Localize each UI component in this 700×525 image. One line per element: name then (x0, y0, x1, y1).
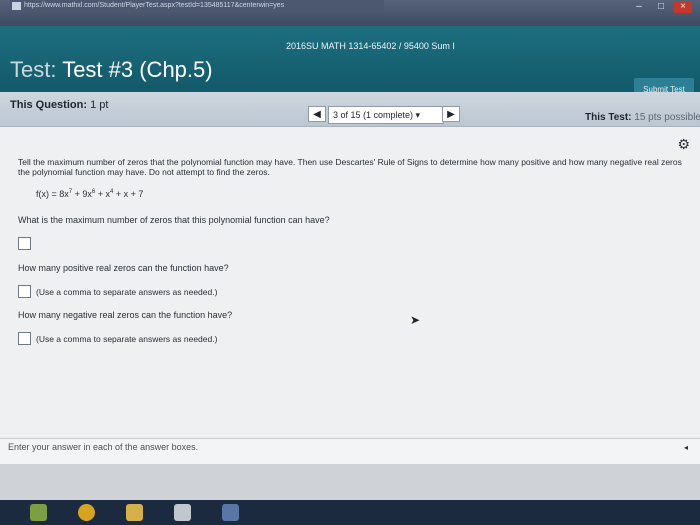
answer-instructions-bar: Enter your answer in each of the answer … (0, 438, 700, 465)
gear-icon[interactable]: ⚙ (677, 136, 690, 153)
function-term-1: f(x) = 8x (36, 189, 69, 199)
minimize-icon[interactable]: – (630, 1, 648, 13)
this-test-value: 15 pts possible (634, 112, 700, 123)
lower-page-area (0, 464, 700, 500)
question-info-bar: This Question: 1 pt ◀ 3 of 15 (1 complet… (0, 92, 700, 127)
question-negative-zeros: How many negative real zeros can the fun… (18, 310, 233, 320)
question-positive-zeros: How many positive real zeros can the fun… (18, 263, 229, 273)
page-icon (12, 2, 21, 10)
next-question-button[interactable]: ▶ (442, 106, 460, 122)
function-term-2: + 9x (72, 189, 92, 199)
this-question-label: This Question: (10, 99, 87, 111)
window-controls: – □ × (630, 1, 692, 13)
file-explorer-icon[interactable] (126, 504, 143, 521)
taskbar (0, 500, 700, 525)
maximize-icon[interactable]: □ (652, 1, 670, 13)
media-app-icon[interactable] (30, 504, 47, 521)
browser-title-bar: https://www.mathxl.com/Student/PlayerTes… (0, 0, 700, 26)
question-max-zeros: What is the maximum number of zeros that… (18, 215, 330, 225)
question-selector[interactable]: 3 of 15 (1 complete) ▾ (328, 106, 444, 124)
collapse-arrow-icon[interactable]: ◂ (684, 443, 688, 452)
this-question-value: 1 pt (90, 99, 109, 111)
test-name: Test #3 (Chp.5) (62, 57, 213, 82)
this-test-points: This Test: 15 pts possible (585, 112, 700, 123)
test-title: Test: Test #3 (Chp.5) (10, 57, 213, 83)
positive-zeros-answer-box[interactable] (18, 285, 31, 298)
negative-zeros-answer-box[interactable] (18, 332, 31, 345)
mouse-cursor-icon: ➤ (410, 313, 421, 327)
app-icon[interactable] (174, 504, 191, 521)
chrome-icon[interactable] (78, 504, 95, 521)
positive-zeros-hint: (Use a comma to separate answers as need… (36, 287, 218, 297)
polynomial-function: f(x) = 8x7 + 9x6 + x4 + x + 7 (36, 189, 143, 199)
test-header: 2016SU MATH 1314-65402 / 95400 Sum I Tes… (0, 26, 700, 100)
question-content: ⚙ Tell the maximum number of zeros that … (0, 127, 700, 437)
test-label: Test: (10, 57, 57, 82)
max-zeros-answer-box[interactable] (18, 237, 31, 250)
url-text: https://www.mathxl.com/Student/PlayerTes… (24, 2, 285, 9)
app-icon-2[interactable] (222, 504, 239, 521)
this-test-label: This Test: (585, 112, 632, 123)
function-term-rest: + x + 7 (113, 189, 144, 199)
negative-zeros-hint: (Use a comma to separate answers as need… (36, 334, 218, 344)
this-question-points: This Question: 1 pt (10, 99, 108, 111)
previous-question-button[interactable]: ◀ (308, 106, 326, 122)
function-term-3: + x (95, 189, 110, 199)
course-title: 2016SU MATH 1314-65402 / 95400 Sum I (286, 41, 455, 51)
question-instructions: Tell the maximum number of zeros that th… (18, 157, 682, 177)
enter-answer-text: Enter your answer in each of the answer … (8, 442, 199, 452)
address-bar[interactable]: https://www.mathxl.com/Student/PlayerTes… (10, 0, 384, 12)
close-icon[interactable]: × (674, 1, 692, 13)
